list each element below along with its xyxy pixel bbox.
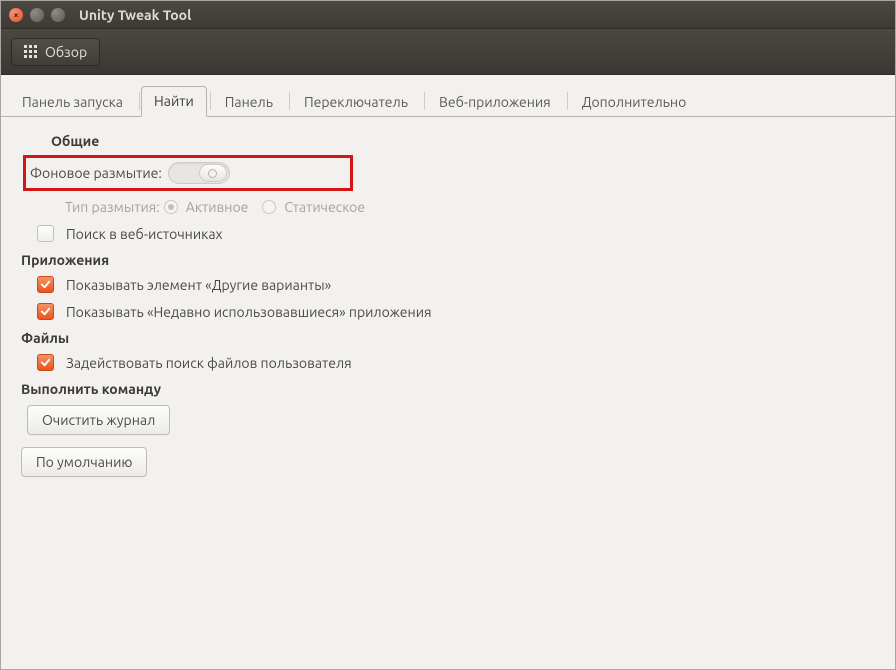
row-search-web: Поиск в веб-источниках: [21, 223, 875, 244]
blur-type-label: Тип размытия:: [65, 199, 160, 215]
checkbox-show-recent-label: Показывать «Недавно использовавшиеся» пр…: [66, 304, 432, 320]
checkbox-search-web-label: Поиск в веб-источниках: [66, 226, 223, 242]
overview-button[interactable]: Обзор: [11, 38, 100, 66]
tabs: Панель запуска Найти Панель Переключател…: [1, 75, 895, 117]
tab-webapps[interactable]: Веб-приложения: [426, 87, 564, 117]
toolbar: Обзор: [1, 29, 895, 75]
overview-button-label: Обзор: [45, 44, 87, 60]
tab-additional[interactable]: Дополнительно: [569, 87, 700, 117]
minimize-icon[interactable]: [30, 8, 44, 22]
tab-search[interactable]: Найти: [141, 86, 207, 117]
clear-history-button[interactable]: Очистить журнал: [27, 405, 170, 435]
close-icon[interactable]: ×: [9, 8, 23, 22]
radio-blur-static: [262, 200, 276, 214]
app-window: × Unity Tweak Tool Обзор Панель запуска …: [0, 0, 896, 670]
row-show-recent: Показывать «Недавно использовавшиеся» пр…: [21, 301, 875, 322]
radio-blur-active: [164, 200, 178, 214]
overview-icon: [24, 45, 37, 58]
section-apps-title: Приложения: [21, 252, 875, 268]
tab-panel[interactable]: Панель: [212, 87, 286, 117]
restore-defaults-button[interactable]: По умолчанию: [21, 447, 147, 477]
tab-separator: [567, 92, 568, 110]
background-blur-switch[interactable]: [168, 162, 230, 184]
row-user-file-search: Задействовать поиск файлов пользователя: [21, 352, 875, 373]
tab-separator: [210, 92, 211, 110]
maximize-icon[interactable]: [51, 8, 65, 22]
row-show-more: Показывать элемент «Другие варианты»: [21, 274, 875, 295]
checkbox-user-file-search-label: Задействовать поиск файлов пользователя: [66, 355, 352, 371]
section-run-title: Выполнить команду: [21, 381, 875, 397]
switch-knob-dot-icon: [208, 169, 217, 178]
tab-separator: [289, 92, 290, 110]
checkbox-search-web[interactable]: [37, 225, 54, 242]
checkbox-show-more-label: Показывать элемент «Другие варианты»: [66, 277, 331, 293]
titlebar: × Unity Tweak Tool: [1, 1, 895, 29]
checkbox-show-more[interactable]: [37, 276, 54, 293]
tab-separator: [424, 92, 425, 110]
window-title: Unity Tweak Tool: [79, 7, 191, 23]
restore-defaults-button-label: По умолчанию: [36, 454, 132, 470]
section-files-title: Файлы: [21, 330, 875, 346]
section-general-title: Общие: [51, 133, 875, 149]
clear-history-button-label: Очистить журнал: [42, 412, 155, 428]
tab-launcher[interactable]: Панель запуска: [9, 87, 136, 117]
checkbox-user-file-search[interactable]: [37, 354, 54, 371]
background-blur-label: Фоновое размытие:: [30, 165, 162, 181]
tab-separator: [139, 92, 140, 110]
window-controls: ×: [9, 8, 65, 22]
blur-type-row: Тип размытия: Активное Статическое: [21, 199, 875, 215]
checkbox-show-recent[interactable]: [37, 303, 54, 320]
radio-blur-active-label: Активное: [186, 199, 249, 215]
highlight-box: Фоновое размытие:: [23, 155, 353, 191]
switch-knob: [199, 164, 227, 182]
radio-blur-static-label: Статическое: [284, 199, 365, 215]
content-area: Общие Фоновое размытие: Тип размытия: Ак…: [1, 117, 895, 669]
tab-switcher[interactable]: Переключатель: [291, 87, 421, 117]
